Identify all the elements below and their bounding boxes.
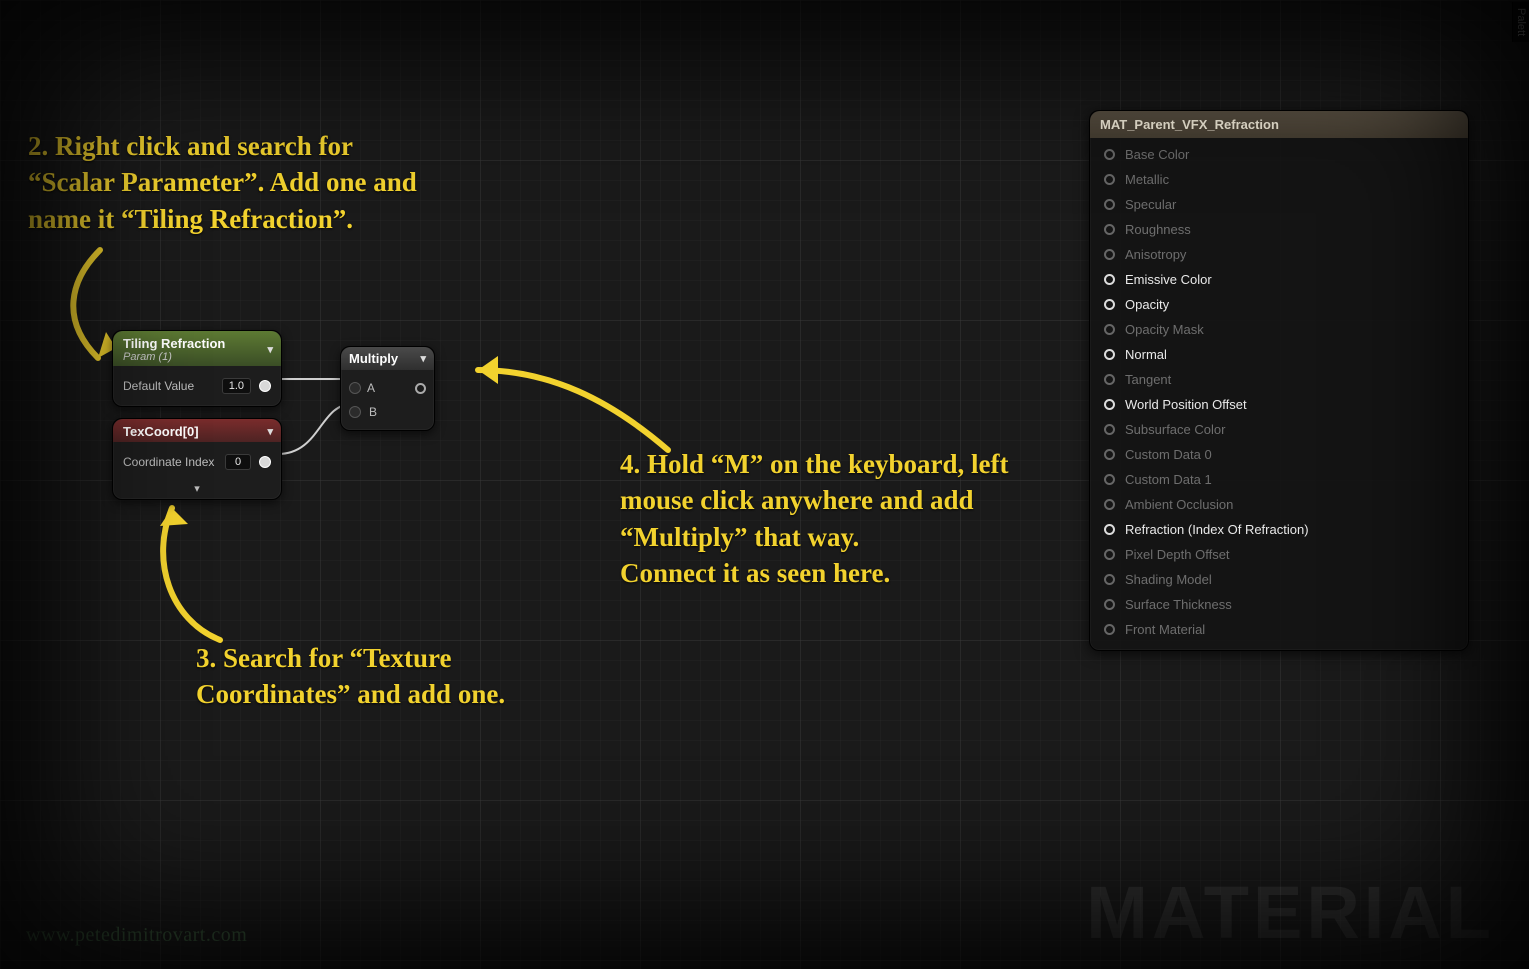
input-pin-icon[interactable] — [1104, 449, 1115, 460]
material-pin-label: Custom Data 1 — [1125, 472, 1212, 487]
material-pin-anisotropy[interactable]: Anisotropy — [1090, 242, 1468, 267]
material-pin-label: Custom Data 0 — [1125, 447, 1212, 462]
material-pin-label: Opacity Mask — [1125, 322, 1204, 337]
input-pin-icon[interactable] — [1104, 474, 1115, 485]
node-scalar-title: Tiling Refraction — [123, 336, 225, 351]
node-texcoord[interactable]: TexCoord[0] ▾ Coordinate Index 0 ▾ — [112, 418, 282, 500]
material-pin-custom-data-1[interactable]: Custom Data 1 — [1090, 467, 1468, 492]
material-pin-label: Refraction (Index Of Refraction) — [1125, 522, 1309, 537]
material-pin-subsurface-color[interactable]: Subsurface Color — [1090, 417, 1468, 442]
default-value-input[interactable]: 1.0 — [222, 378, 251, 394]
material-pin-opacity[interactable]: Opacity — [1090, 292, 1468, 317]
node-multiply-title: Multiply — [349, 351, 398, 366]
input-pin-icon[interactable] — [1104, 599, 1115, 610]
material-pin-label: Normal — [1125, 347, 1167, 362]
input-pin-icon[interactable] — [1104, 549, 1115, 560]
input-b-label: B — [369, 405, 377, 419]
material-pin-label: Emissive Color — [1125, 272, 1212, 287]
node-scalar-parameter[interactable]: Tiling Refraction Param (1) ▾ Default Va… — [112, 330, 282, 407]
coordinate-index-label: Coordinate Index — [123, 455, 214, 469]
watermark-material: MATERIAL — [1086, 870, 1495, 955]
node-scalar-subtitle: Param (1) — [123, 351, 225, 363]
material-pin-refraction-index-of-refraction-[interactable]: Refraction (Index Of Refraction) — [1090, 517, 1468, 542]
input-pin-icon[interactable] — [1104, 199, 1115, 210]
material-pin-emissive-color[interactable]: Emissive Color — [1090, 267, 1468, 292]
input-pin-icon[interactable] — [1104, 574, 1115, 585]
output-pin[interactable] — [259, 380, 271, 392]
arrow-step4 — [450, 330, 680, 470]
material-pin-shading-model[interactable]: Shading Model — [1090, 567, 1468, 592]
coordinate-index-input[interactable]: 0 — [225, 454, 251, 470]
material-pin-world-position-offset[interactable]: World Position Offset — [1090, 392, 1468, 417]
node-texcoord-title: TexCoord[0] — [123, 424, 199, 439]
material-output-node[interactable]: MAT_Parent_VFX_Refraction Base Color Meta… — [1089, 110, 1469, 651]
material-pin-label: Front Material — [1125, 622, 1205, 637]
material-pin-label: Anisotropy — [1125, 247, 1186, 262]
node-multiply[interactable]: Multiply ▾ A B — [340, 346, 435, 431]
annotation-step-3: 3. Search for “Texture Coordinates” and … — [196, 640, 505, 713]
material-pin-roughness[interactable]: Roughness — [1090, 217, 1468, 242]
material-pin-tangent[interactable]: Tangent — [1090, 367, 1468, 392]
material-pin-label: Metallic — [1125, 172, 1169, 187]
material-pin-label: Roughness — [1125, 222, 1191, 237]
material-output-pin-list: Base Color Metallic Specular Roughness Aniso… — [1090, 138, 1468, 650]
material-pin-metallic[interactable]: Metallic — [1090, 167, 1468, 192]
watermark-url: www.petedimitrovart.com — [26, 924, 247, 947]
material-pin-label: Opacity — [1125, 297, 1169, 312]
material-pin-specular[interactable]: Specular — [1090, 192, 1468, 217]
material-pin-surface-thickness[interactable]: Surface Thickness — [1090, 592, 1468, 617]
palette-tab[interactable]: Palett — [1512, 2, 1529, 42]
node-texcoord-header[interactable]: TexCoord[0] ▾ — [113, 419, 281, 442]
input-pin-icon[interactable] — [1104, 374, 1115, 385]
material-pin-label: Subsurface Color — [1125, 422, 1225, 437]
chevron-down-icon[interactable]: ▾ — [267, 425, 273, 438]
input-pin-icon[interactable] — [1104, 424, 1115, 435]
default-value-label: Default Value — [123, 379, 194, 393]
input-pin-icon[interactable] — [1104, 524, 1115, 535]
input-pin-icon[interactable] — [1104, 224, 1115, 235]
input-pin-b[interactable] — [349, 406, 361, 418]
material-pin-normal[interactable]: Normal — [1090, 342, 1468, 367]
input-pin-a[interactable] — [349, 382, 361, 394]
material-pin-label: Shading Model — [1125, 572, 1212, 587]
material-pin-label: Surface Thickness — [1125, 597, 1232, 612]
input-pin-icon[interactable] — [1104, 399, 1115, 410]
input-pin-icon[interactable] — [1104, 174, 1115, 185]
input-pin-icon[interactable] — [1104, 249, 1115, 260]
material-pin-label: Ambient Occlusion — [1125, 497, 1233, 512]
chevron-down-icon[interactable]: ▾ — [267, 343, 273, 356]
material-pin-ambient-occlusion[interactable]: Ambient Occlusion — [1090, 492, 1468, 517]
input-a-label: A — [367, 381, 375, 395]
chevron-down-icon[interactable]: ▾ — [113, 482, 281, 499]
annotation-step-2: 2. Right click and search for “Scalar Pa… — [28, 128, 417, 237]
input-pin-icon[interactable] — [1104, 299, 1115, 310]
input-pin-icon[interactable] — [1104, 349, 1115, 360]
material-pin-label: Specular — [1125, 197, 1176, 212]
arrow-step3 — [130, 490, 260, 650]
input-pin-icon[interactable] — [1104, 274, 1115, 285]
node-multiply-header[interactable]: Multiply ▾ — [341, 347, 434, 370]
material-pin-base-color[interactable]: Base Color — [1090, 142, 1468, 167]
material-pin-pixel-depth-offset[interactable]: Pixel Depth Offset — [1090, 542, 1468, 567]
input-pin-icon[interactable] — [1104, 499, 1115, 510]
output-pin[interactable] — [415, 383, 426, 394]
input-pin-icon[interactable] — [1104, 624, 1115, 635]
material-output-title: MAT_Parent_VFX_Refraction — [1090, 111, 1468, 138]
input-pin-icon[interactable] — [1104, 149, 1115, 160]
chevron-down-icon[interactable]: ▾ — [420, 352, 426, 365]
input-pin-icon[interactable] — [1104, 324, 1115, 335]
output-pin[interactable] — [259, 456, 271, 468]
material-pin-custom-data-0[interactable]: Custom Data 0 — [1090, 442, 1468, 467]
material-pin-label: Base Color — [1125, 147, 1189, 162]
node-scalar-header[interactable]: Tiling Refraction Param (1) ▾ — [113, 331, 281, 366]
material-pin-opacity-mask[interactable]: Opacity Mask — [1090, 317, 1468, 342]
material-pin-label: World Position Offset — [1125, 397, 1247, 412]
material-pin-front-material[interactable]: Front Material — [1090, 617, 1468, 642]
material-pin-label: Tangent — [1125, 372, 1171, 387]
material-pin-label: Pixel Depth Offset — [1125, 547, 1230, 562]
